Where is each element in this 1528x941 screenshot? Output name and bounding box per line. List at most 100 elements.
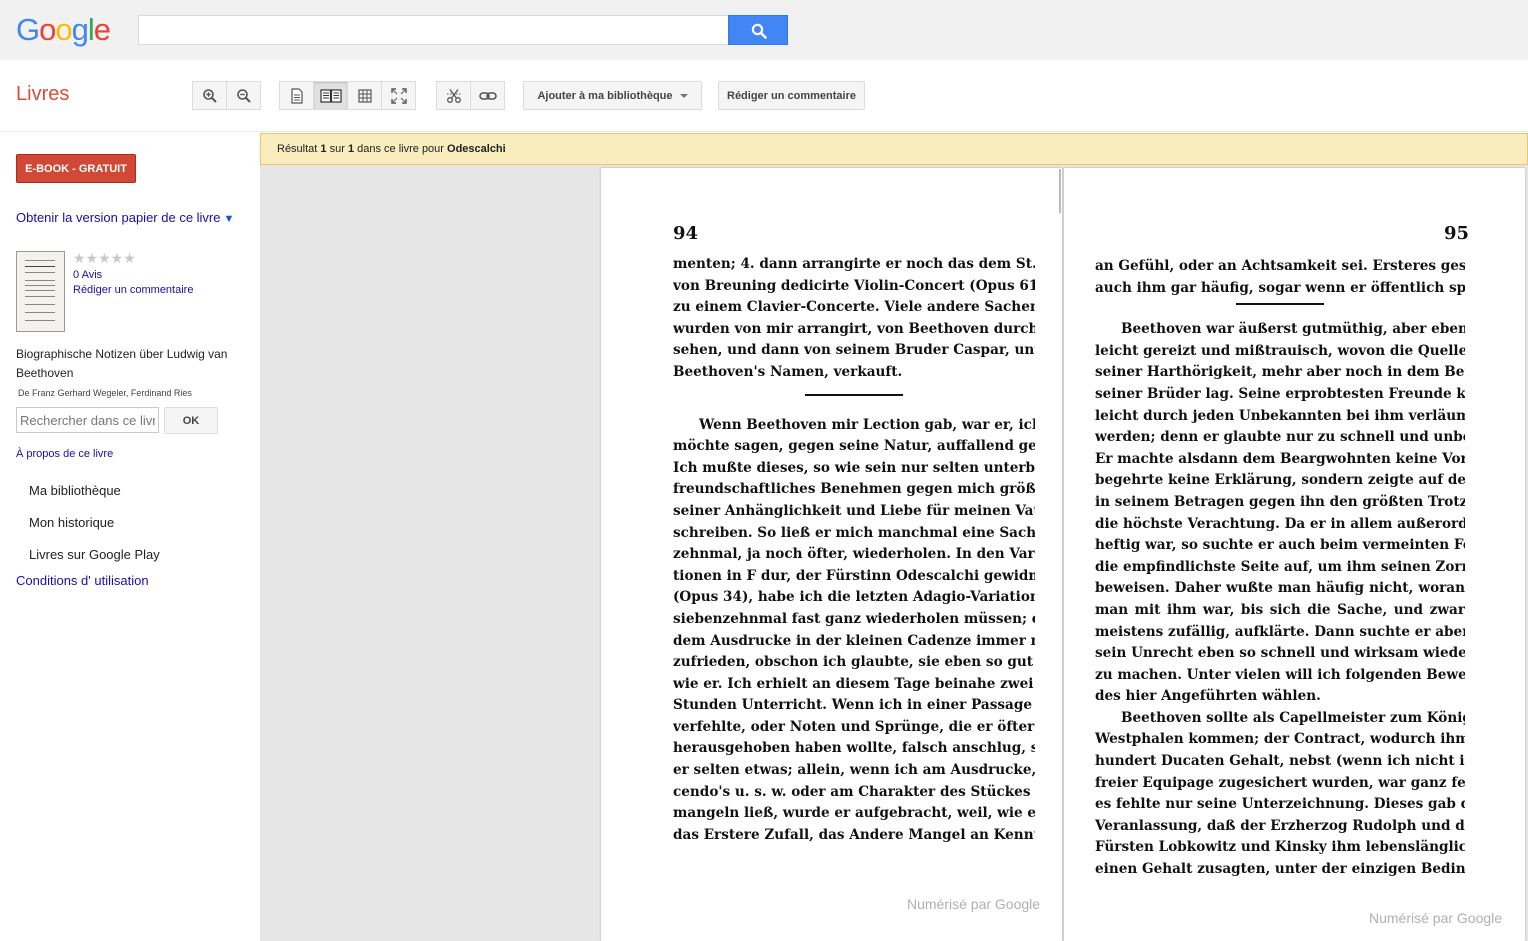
text-line: Wenn Beethoven mir Lection gab, war er, …: [699, 416, 1035, 433]
text-line: wie er. Ich erhielt an diesem Tage beina…: [673, 675, 1035, 692]
zoom-in-button[interactable]: [192, 81, 227, 110]
text-line: von Breuning dedicirte Violin-Concert (O…: [673, 277, 1035, 294]
page-number: 94: [673, 223, 699, 244]
text-line: es fehlte nur seine Unterzeichnung. Dies…: [1095, 796, 1465, 813]
zoom-out-icon: [236, 88, 251, 103]
terms-of-use-link[interactable]: Conditions d' utilisation: [16, 573, 149, 588]
thumbnail-view-button[interactable]: [347, 81, 382, 110]
rating-stars: ★★★★★: [73, 250, 136, 266]
books-toolbar: Livres Ajouter à ma bibliothèque Rédiger…: [0, 60, 1528, 132]
single-page-button[interactable]: [279, 81, 314, 110]
text-line: meistens zufällig, aufklärte. Dann sucht…: [1095, 623, 1465, 640]
app-title[interactable]: Livres: [16, 83, 69, 106]
search-button[interactable]: [728, 15, 788, 45]
ebook-free-button[interactable]: E-BOOK - GRATUIT: [16, 154, 136, 183]
search-in-book-ok-button[interactable]: OK: [164, 407, 218, 434]
text-line: tionen in F dur, der Fürstinn Odescalchi…: [673, 567, 1035, 584]
book-page-left[interactable]: 94 menten; 4. dann arrangirte er noch da…: [601, 168, 1062, 941]
text-line: seiner Anhänglichkeit und Liebe für mein…: [673, 502, 1035, 519]
nav-google-play-books[interactable]: Livres sur Google Play: [29, 547, 160, 562]
zoom-in-icon: [202, 88, 217, 103]
book-page-right[interactable]: 95 an Gefühl, oder an Achtsamkeit sei. E…: [1064, 168, 1525, 941]
result-suffix: dans ce livre pour: [354, 143, 448, 155]
text-line: zu machen. Unter vielen will ich folgend…: [1095, 666, 1465, 683]
text-line: die höchste Verachtung. Da er in allem a…: [1095, 515, 1465, 532]
two-page-button[interactable]: [313, 81, 348, 110]
write-review-button[interactable]: Rédiger un commentaire: [718, 81, 865, 110]
single-page-icon: [290, 87, 303, 104]
text-line: schreiben. So ließ er mich manchmal eine…: [673, 524, 1035, 541]
nav-my-history[interactable]: Mon historique: [29, 515, 114, 530]
text-line: seiner Brüder lag. Seine erprobtesten Fr…: [1095, 385, 1465, 402]
text-line: leicht gereizt und mißtrauisch, wovon di…: [1095, 342, 1465, 359]
dropdown-caret-icon: [679, 93, 688, 98]
fullscreen-button[interactable]: [381, 81, 416, 110]
clip-button[interactable]: [436, 81, 471, 110]
result-prefix: Résultat: [277, 143, 321, 155]
two-page-icon: [319, 88, 342, 103]
top-search-bar: Google: [0, 0, 1528, 60]
result-term: Odescalchi: [447, 143, 506, 155]
text-line: einen Gehalt zusagten, unter der einzige…: [1095, 861, 1465, 878]
link-icon: [478, 91, 497, 100]
text-line: Beethoven war äußerst gutmüthig, aber eb…: [1121, 321, 1465, 338]
text-line: wurden von mir arrangirt, von Beethoven …: [673, 320, 1035, 337]
sidebar-write-review-link[interactable]: Rédiger un commentaire: [73, 284, 193, 296]
text-line: freier Equipage zugesichert wurden, war …: [1095, 774, 1465, 791]
text-line: (Opus 34), habe ich die letzten Adagio-V…: [673, 589, 1035, 606]
search-input[interactable]: [138, 15, 728, 45]
thumbnail-grid-icon: [357, 88, 372, 103]
add-to-library-button[interactable]: Ajouter à ma bibliothèque: [523, 81, 702, 110]
text-line: Er machte alsdann dem Beargwohnten keine…: [1095, 450, 1465, 467]
nav-my-library[interactable]: Ma bibliothèque: [29, 483, 121, 498]
text-line: beweisen. Daher wußte man häufig nicht, …: [1095, 580, 1465, 597]
text-line: sein Unrecht eben so schnell und wirksam…: [1095, 645, 1465, 662]
buy-print-link[interactable]: Obtenir la version papier de ce livre ▼: [16, 210, 234, 225]
book-cover-thumbnail[interactable]: [16, 251, 65, 332]
text-line: Ich mußte dieses, so wie sein nur selten…: [673, 459, 1035, 476]
text-line: Veranlassung, daß der Erzherzog Rudolph …: [1095, 817, 1465, 834]
text-line: Stunden Unterricht. Wenn ich in einer Pa…: [673, 697, 1035, 714]
page-number: 95: [1444, 223, 1470, 244]
text-line: cendo's u. s. w. oder am Charakter des S…: [673, 783, 1035, 800]
clip-link-group: [436, 81, 505, 110]
search-result-bar: Résultat 1 sur 1 dans ce livre pour Odes…: [260, 133, 1528, 165]
text-line: an Gefühl, oder an Achtsamkeit sei. Erst…: [1095, 258, 1465, 274]
page-text: menten; 4. dann arrangirte er noch das d…: [673, 254, 1035, 846]
text-line: mangeln ließ, wurde er aufgebracht, weil…: [673, 805, 1035, 822]
reviews-count-link[interactable]: 0 Avis: [73, 269, 102, 281]
text-line: er selten etwas; allein, wenn ich am Aus…: [673, 762, 1035, 779]
text-line: herausgehoben haben wollte, falsch ansch…: [673, 740, 1035, 757]
about-book-link[interactable]: À propos de ce livre: [16, 448, 113, 460]
text-line: die empfindlichste Seite auf, um ihm sei…: [1095, 558, 1465, 575]
zoom-out-button[interactable]: [226, 81, 261, 110]
digitized-watermark: Numérisé par Google: [1369, 910, 1503, 926]
buy-print-label: Obtenir la version papier de ce livre: [16, 210, 221, 225]
text-line: das Erstere Zufall, das Andere Mangel an…: [673, 826, 1035, 843]
text-line: seiner Harthörigkeit, mehr aber noch in …: [1095, 364, 1465, 381]
text-line: Beethoven's Namen, verkauft.: [673, 363, 903, 380]
book-sidebar: E-BOOK - GRATUIT Obtenir la version papi…: [0, 132, 260, 941]
google-logo[interactable]: Google: [16, 10, 111, 50]
text-line: zehnmal, ja noch öfter, wiederholen. In …: [673, 546, 1035, 563]
text-line: dem Ausdrucke in der kleinen Cadenze imm…: [673, 632, 1035, 649]
text-line: begehrte keine Erklärung, sondern zeigte…: [1095, 472, 1465, 489]
book-viewer[interactable]: 94 menten; 4. dann arrangirte er noch da…: [260, 165, 1528, 941]
digitized-watermark: Numérisé par Google: [907, 896, 1041, 912]
triangle-down-icon: ▼: [223, 213, 235, 225]
search-icon: [751, 23, 767, 39]
search-in-book-input[interactable]: [16, 407, 159, 433]
text-line: des hier Angeführten wählen.: [1095, 688, 1321, 705]
text-line: in seinem Betragen gegen ihn den größten…: [1095, 493, 1465, 510]
text-line: auch ihm gar häufig, sogar wenn er öffen…: [1095, 279, 1465, 296]
text-line: möchte sagen, gegen seine Natur, auffall…: [673, 438, 1035, 455]
zoom-group: [192, 81, 261, 110]
add-to-library-label: Ajouter à ma bibliothèque: [537, 89, 673, 102]
text-line: zufrieden, obschon ich glaubte, sie eben…: [673, 654, 1035, 671]
text-line: siebenzehnmal fast ganz wiederholen müss…: [673, 610, 1035, 627]
link-button[interactable]: [470, 81, 505, 110]
text-line: man mit ihm war, bis sich die Sache, und…: [1095, 601, 1465, 618]
text-line: heftig war, so suchte er auch beim verme…: [1095, 537, 1465, 554]
write-review-label: Rédiger un commentaire: [727, 89, 856, 102]
page-scrollbar[interactable]: [1059, 169, 1061, 213]
